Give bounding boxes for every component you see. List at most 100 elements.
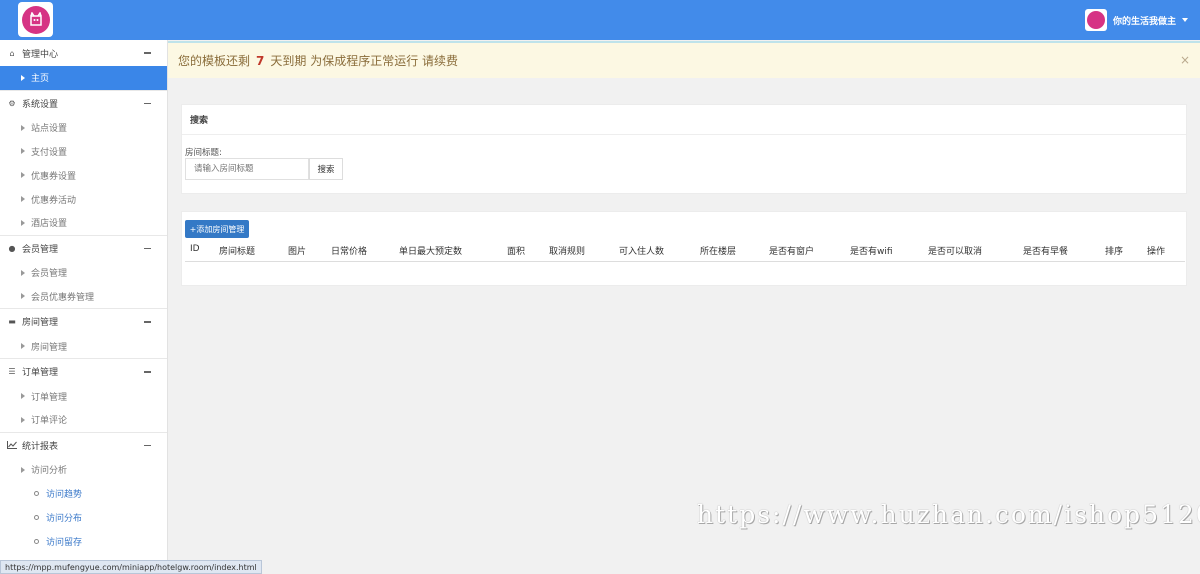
sidebar-group-room-management[interactable]: ▬ 房间管理 bbox=[0, 308, 167, 334]
collapse-icon[interactable] bbox=[144, 371, 151, 373]
triangle-right-icon bbox=[21, 269, 25, 276]
sidebar-item-hotel-settings[interactable]: 酒店设置 bbox=[0, 211, 167, 235]
sidebar-subitem-visit-retention[interactable]: 访问留存 bbox=[0, 529, 167, 553]
column-header-actions[interactable]: 操作 bbox=[1147, 244, 1165, 257]
triangle-right-icon bbox=[21, 148, 25, 155]
collapse-icon[interactable] bbox=[144, 321, 151, 323]
triangle-right-icon bbox=[21, 196, 25, 203]
user-name: 你的生活我做主 bbox=[1112, 16, 1176, 27]
alert-suffix: 天到期 为保成程序正常运行 请续费 bbox=[270, 54, 459, 68]
room-title-input[interactable] bbox=[185, 158, 309, 180]
sidebar-item-site-settings[interactable]: 站点设置 bbox=[0, 116, 167, 140]
sidebar-group-statistics[interactable]: 统计报表 bbox=[0, 431, 167, 458]
sidebar-group-system-settings[interactable]: ⚙ 系统设置 bbox=[0, 89, 167, 116]
column-header-has-window[interactable]: 是否有窗户 bbox=[769, 244, 814, 257]
sidebar-item-label: 会员管理 bbox=[31, 269, 68, 280]
sidebar-item-label: 订单管理 bbox=[31, 392, 68, 403]
alert-days: 7 bbox=[256, 53, 265, 68]
watermark-text: https://www.huzhan.com/ishop51205 bbox=[697, 500, 1200, 529]
sidebar-subitem-visit-trend[interactable]: 访问趋势 bbox=[0, 482, 167, 506]
sidebar-item-label: 优惠券活动 bbox=[31, 195, 77, 206]
close-icon[interactable]: × bbox=[1180, 53, 1190, 67]
add-room-button[interactable]: +添加房间管理 bbox=[185, 220, 249, 238]
sidebar-item-label: 优惠券设置 bbox=[31, 171, 77, 182]
search-panel: 搜索 房间标题: 搜索 bbox=[181, 104, 1187, 194]
column-header-max-daily-bookings[interactable]: 单日最大预定数 bbox=[399, 244, 462, 257]
search-button[interactable]: 搜索 bbox=[309, 158, 343, 180]
sidebar-item-label: 会员优惠券管理 bbox=[31, 292, 95, 303]
user-icon: ● bbox=[8, 243, 16, 253]
sidebar-item-label: 访问趋势 bbox=[46, 489, 83, 500]
triangle-right-icon bbox=[21, 416, 25, 423]
bed-icon: ▬ bbox=[8, 317, 16, 327]
sidebar-item-label: 站点设置 bbox=[31, 124, 68, 135]
alert-prefix: 您的模板还剩 bbox=[178, 54, 251, 68]
user-menu[interactable]: 你的生活我做主 bbox=[1084, 9, 1188, 31]
gear-icon: ⚙ bbox=[8, 98, 16, 108]
triangle-right-icon bbox=[21, 172, 25, 179]
sidebar-group-admin-center[interactable]: ⌂ 管理中心 bbox=[0, 40, 167, 66]
sidebar-item-label: 访问留存 bbox=[46, 537, 83, 548]
triangle-right-icon bbox=[21, 74, 25, 81]
column-header-has-breakfast[interactable]: 是否有早餐 bbox=[1023, 244, 1068, 257]
cat-logo-icon bbox=[21, 5, 50, 34]
column-header-floor[interactable]: 所在楼层 bbox=[700, 244, 736, 257]
sidebar-group-label: 房间管理 bbox=[22, 318, 59, 329]
sidebar-item-members[interactable]: 会员管理 bbox=[0, 261, 167, 285]
sidebar-item-label: 主页 bbox=[31, 74, 50, 85]
column-header-cancellable[interactable]: 是否可以取消 bbox=[928, 244, 982, 257]
collapse-icon[interactable] bbox=[144, 52, 151, 54]
column-header-area[interactable]: 面积 bbox=[507, 244, 525, 257]
sidebar-item-coupon-activity[interactable]: 优惠券活动 bbox=[0, 187, 167, 211]
sidebar-item-member-coupons[interactable]: 会员优惠券管理 bbox=[0, 285, 167, 309]
column-header-daily-price[interactable]: 日常价格 bbox=[331, 244, 367, 257]
collapse-icon[interactable] bbox=[144, 444, 151, 447]
sidebar-item-order-reviews[interactable]: 订单评论 bbox=[0, 408, 167, 432]
room-table-panel: +添加房间管理 ID 房间标题 图片 日常价格 单日最大预定数 面积 取消规则 … bbox=[181, 211, 1187, 286]
browser-status-bar: https://mpp.mufengyue.com/miniapp/hotelg… bbox=[0, 560, 262, 574]
column-header-room-title[interactable]: 房间标题 bbox=[219, 244, 255, 257]
collapse-icon[interactable] bbox=[144, 247, 151, 250]
column-header-sort[interactable]: 排序 bbox=[1105, 244, 1123, 257]
sidebar-subitem-visit-distribution[interactable]: 访问分布 bbox=[0, 505, 167, 529]
sidebar-group-label: 系统设置 bbox=[22, 99, 59, 110]
circle-icon bbox=[34, 538, 39, 544]
sidebar-item-label: 订单评论 bbox=[31, 416, 68, 427]
triangle-right-icon bbox=[21, 293, 25, 300]
sidebar-item-payment-settings[interactable]: 支付设置 bbox=[0, 140, 167, 164]
sidebar-item-label: 访问分布 bbox=[46, 513, 83, 524]
sidebar-group-label: 统计报表 bbox=[22, 441, 59, 452]
sidebar-group-label: 管理中心 bbox=[22, 49, 59, 60]
sidebar-item-label: 支付设置 bbox=[31, 147, 68, 158]
room-title-label: 房间标题: bbox=[185, 148, 222, 158]
sidebar-group-order-management[interactable]: ☰ 订单管理 bbox=[0, 358, 167, 384]
column-header-image[interactable]: 图片 bbox=[288, 244, 306, 257]
sidebar: ⌂ 管理中心 主页 ⚙ 系统设置 站点设置 支付设置 优惠券设置 优惠券活动 酒… bbox=[0, 40, 168, 574]
sidebar-item-coupon-settings[interactable]: 优惠券设置 bbox=[0, 163, 167, 187]
caret-down-icon bbox=[1182, 18, 1188, 22]
sidebar-group-label: 会员管理 bbox=[22, 244, 59, 255]
circle-icon bbox=[34, 490, 39, 496]
column-header-cancel-rule[interactable]: 取消规则 bbox=[549, 244, 585, 257]
app-logo[interactable] bbox=[18, 2, 53, 37]
collapse-icon[interactable] bbox=[144, 102, 151, 105]
column-header-id[interactable]: ID bbox=[190, 244, 200, 254]
sidebar-group-label: 订单管理 bbox=[22, 368, 59, 379]
sidebar-item-orders[interactable]: 订单管理 bbox=[0, 384, 167, 408]
triangle-right-icon bbox=[21, 219, 25, 226]
sidebar-item-home[interactable]: 主页 bbox=[0, 66, 167, 90]
sidebar-item-rooms[interactable]: 房间管理 bbox=[0, 334, 167, 358]
sidebar-item-visit-analysis[interactable]: 访问分析 bbox=[0, 458, 167, 482]
line-chart-icon bbox=[7, 441, 17, 450]
column-header-capacity[interactable]: 可入住人数 bbox=[619, 244, 664, 257]
column-header-has-wifi[interactable]: 是否有wifi bbox=[850, 244, 893, 257]
top-navbar: 你的生活我做主 bbox=[0, 0, 1200, 40]
sidebar-group-member-management[interactable]: ● 会员管理 bbox=[0, 234, 167, 261]
search-panel-title: 搜索 bbox=[182, 105, 1186, 135]
sidebar-item-label: 房间管理 bbox=[31, 342, 68, 353]
triangle-right-icon bbox=[21, 124, 25, 131]
triangle-right-icon bbox=[21, 393, 25, 400]
triangle-right-icon bbox=[21, 343, 25, 350]
triangle-right-icon bbox=[21, 466, 25, 473]
list-icon: ☰ bbox=[8, 367, 16, 377]
